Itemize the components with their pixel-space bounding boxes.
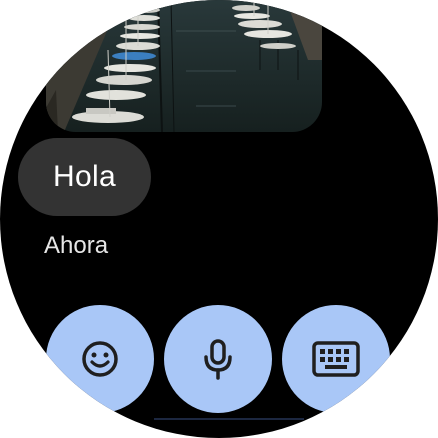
microphone-icon — [198, 337, 238, 381]
message-photo[interactable] — [46, 0, 322, 132]
message-timestamp: Ahora — [44, 232, 109, 259]
scroll-indicator — [154, 418, 304, 420]
harbor-image — [46, 0, 322, 132]
emoji-button[interactable] — [46, 305, 154, 413]
emoji-icon — [80, 339, 120, 379]
keyboard-icon — [311, 340, 361, 378]
message-bubble[interactable]: Hola — [18, 138, 151, 216]
watch-screen: Hola Ahora — [0, 0, 438, 438]
voice-input-button[interactable] — [164, 305, 272, 413]
keyboard-button[interactable] — [282, 305, 390, 413]
